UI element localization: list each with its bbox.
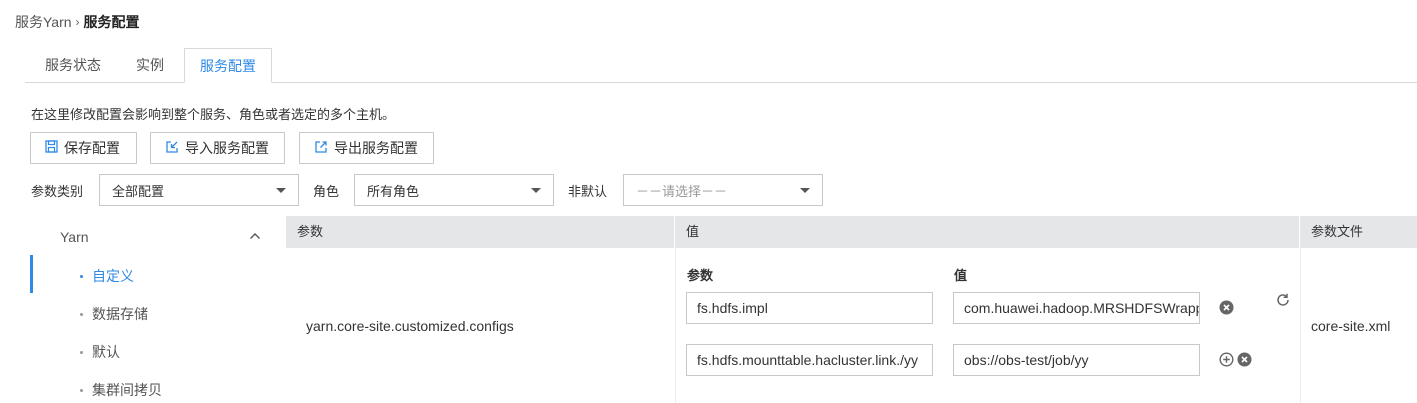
category-label: 参数类别 [31, 184, 84, 199]
import-config-label: 导入服务配置 [185, 140, 269, 156]
header-file: 参数文件 [1311, 224, 1364, 239]
export-icon [314, 140, 328, 157]
category-select-value: 全部配置 [112, 183, 165, 199]
column-divider [1300, 248, 1301, 403]
sub-header-param: 参数 [687, 268, 714, 283]
export-config-button[interactable]: 导出服务配置 [299, 132, 434, 164]
save-icon [45, 140, 58, 156]
chevron-up-icon[interactable] [248, 229, 262, 246]
nav-item-label: 集群间拷贝 [92, 382, 162, 398]
remove-icon[interactable] [1219, 300, 1234, 318]
bullet-icon [80, 274, 83, 278]
tab-service-config[interactable]: 服务配置 [184, 48, 272, 83]
caret-down-icon [800, 187, 810, 193]
header-param: 参数 [286, 216, 675, 248]
save-config-label: 保存配置 [64, 140, 120, 156]
nav-item-label: 自定义 [92, 268, 134, 284]
refresh-icon[interactable] [1275, 292, 1291, 311]
import-icon [165, 140, 179, 157]
tab-instances[interactable]: 实例 [121, 48, 179, 82]
caret-down-icon [531, 187, 541, 193]
param-key-input-1[interactable]: fs.hdfs.impl [686, 292, 933, 324]
remove-icon[interactable] [1237, 352, 1252, 370]
bullet-icon [80, 350, 83, 354]
nav-item-default[interactable]: 默认 [80, 342, 120, 362]
save-config-button[interactable]: 保存配置 [30, 132, 137, 164]
config-name: yarn.core-site.customized.configs [306, 318, 514, 334]
breadcrumb: 服务Yarn › 服务配置 [15, 12, 140, 32]
role-label: 角色 [313, 184, 340, 199]
param-value-input-2[interactable]: obs://obs-test/job/yy [953, 344, 1200, 376]
nav-item-custom[interactable]: 自定义 [80, 266, 134, 286]
role-select[interactable]: 所有角色 [354, 174, 554, 206]
category-select[interactable]: 全部配置 [99, 174, 299, 206]
param-value-input-1[interactable]: com.huawei.hadoop.MRSHDFSWrapperFileSyst… [953, 292, 1200, 324]
bullet-icon [80, 388, 83, 392]
config-table-header: 参数 值 参数文件 [286, 216, 1417, 248]
nav-item-data-storage[interactable]: 数据存储 [80, 304, 148, 324]
config-description: 在这里修改配置会影响到整个服务、角色或者选定的多个主机。 [31, 107, 396, 122]
nav-item-label: 默认 [92, 344, 120, 360]
breadcrumb-separator: › [75, 15, 80, 29]
nav-active-indicator [30, 255, 33, 293]
add-icon[interactable] [1219, 352, 1234, 370]
sub-header-value: 值 [954, 268, 968, 283]
import-config-button[interactable]: 导入服务配置 [150, 132, 285, 164]
nondefault-select[interactable]: －－请选择－－ [623, 174, 823, 206]
header-value: 值 [675, 216, 1300, 248]
nav-item-distcp[interactable]: 集群间拷贝 [80, 380, 162, 400]
export-config-label: 导出服务配置 [334, 140, 418, 156]
breadcrumb-parent[interactable]: 服务Yarn [15, 12, 72, 32]
param-key-input-2[interactable]: fs.hdfs.mounttable.hacluster.link./yy [686, 344, 933, 376]
column-divider [675, 248, 676, 403]
nav-item-label: 数据存储 [92, 306, 148, 322]
config-file: core-site.xml [1311, 318, 1391, 334]
bullet-icon [80, 312, 83, 316]
breadcrumb-current: 服务配置 [83, 14, 140, 30]
caret-down-icon [276, 187, 286, 193]
nondefault-label: 非默认 [568, 184, 608, 199]
nav-group-yarn[interactable]: Yarn [60, 229, 270, 245]
role-select-value: 所有角色 [367, 183, 420, 199]
nondefault-select-placeholder: －－请选择－－ [636, 183, 728, 199]
tab-bar: 服务状态 实例 服务配置 [25, 48, 1417, 83]
tab-service-status[interactable]: 服务状态 [25, 48, 121, 82]
